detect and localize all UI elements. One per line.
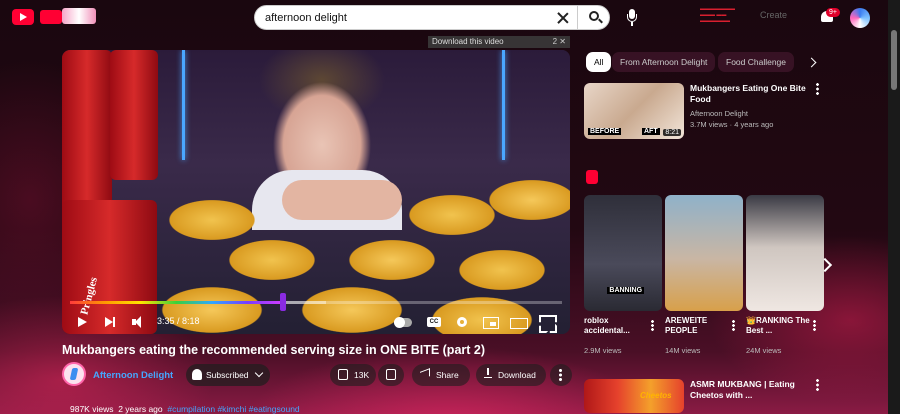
gear-icon[interactable] [454, 314, 470, 330]
player-controls: 3:35 / 8:18 [62, 312, 570, 334]
download-banner[interactable]: Download this video 2 ✕ [428, 36, 570, 48]
channel-name[interactable]: Afternoon Delight [93, 370, 173, 381]
short-views: 24M views [746, 346, 782, 355]
more-icon [559, 369, 562, 381]
short-views: 14M views [665, 346, 701, 355]
short-title[interactable]: roblox accidental... [584, 316, 648, 336]
create-button[interactable]: Create [760, 10, 787, 20]
mic-icon[interactable] [626, 9, 638, 27]
related-age: 4 years ago [734, 120, 774, 129]
like-count: 13K [354, 370, 370, 380]
chip-from-channel[interactable]: From Afternoon Delight [612, 52, 716, 72]
neon-light [502, 50, 505, 160]
scrollbar-thumb[interactable] [891, 30, 897, 90]
cc-icon[interactable] [426, 314, 442, 330]
related-meta: 3.7M views · 4 years ago [690, 120, 774, 129]
related-channel[interactable]: Afternoon Delight [690, 109, 748, 118]
youtube-home-logo[interactable] [40, 10, 62, 24]
theater-icon[interactable] [510, 314, 528, 330]
subscribe-button[interactable]: Subscribed [186, 364, 270, 386]
video-title: Mukbangers eating the recommended servin… [62, 343, 486, 357]
share-label: Share [436, 370, 459, 380]
short-title[interactable]: 👑RANKING The Best ... [746, 316, 810, 336]
short-views: 2.9M views [584, 346, 622, 355]
short-thumbnail[interactable] [665, 195, 743, 311]
theme-decoration: ▬▬▬▬▬▬▬ ▬▬▬ ▬▬ ▬▬▬▬▬▬ [700, 6, 735, 24]
thumb-logo: Cheetos [640, 391, 672, 400]
fullscreen-icon[interactable] [538, 314, 554, 330]
notification-badge: 9+ [826, 8, 840, 17]
can-label: Pringles [78, 275, 101, 317]
doodle-logo[interactable] [62, 8, 96, 24]
chip-food-challenge[interactable]: Food Challenge [718, 52, 795, 72]
short-caption: BANNING [607, 287, 645, 294]
chevron-down-icon [254, 368, 264, 378]
search-input[interactable] [265, 9, 555, 27]
miniplayer-icon[interactable] [482, 314, 499, 330]
thumb-down-icon [386, 369, 396, 380]
next-icon[interactable] [102, 314, 118, 330]
masthead: ▬▬▬▬▬▬▬▬▬▬ ▬▬▬▬▬▬▬▬ Create 9+ [0, 0, 888, 36]
related-thumbnail[interactable]: Cheetos [584, 379, 684, 413]
progress-scrubber[interactable] [279, 293, 286, 311]
short-title[interactable]: AREWEITE PEOPLE [665, 316, 729, 336]
filter-chips: All From Afternoon Delight Food Challeng… [584, 50, 824, 74]
upload-age: 2 years ago [118, 404, 163, 414]
autoplay-toggle[interactable] [394, 317, 412, 328]
duration-badge: 8:21 [663, 129, 681, 136]
thumb-label-before: BEFORE [588, 128, 622, 135]
more-icon[interactable] [732, 320, 735, 331]
related-views: 3.7M views [690, 120, 728, 129]
related-title[interactable]: Mukbangers Eating One Bite Food [690, 83, 814, 105]
view-count: 987K views [70, 404, 114, 414]
share-button[interactable]: Share [412, 364, 470, 386]
progress-bar[interactable] [70, 301, 562, 304]
download-icon [484, 368, 492, 378]
chip-all[interactable]: All [586, 52, 612, 72]
chip-can [62, 50, 112, 210]
download-banner-label: Download this video [432, 37, 504, 46]
dislike-button[interactable] [378, 364, 404, 386]
related-thumbnail[interactable]: BEFORE AFT 8:21 [584, 83, 684, 139]
search-button[interactable] [577, 6, 610, 29]
more-icon[interactable] [813, 320, 816, 331]
page-scrollbar[interactable] [888, 0, 900, 414]
shorts-icon [586, 170, 598, 184]
time-display: 3:35 / 8:18 [157, 316, 200, 326]
chevron-right-icon[interactable] [802, 52, 822, 72]
youtube-logo-icon[interactable] [12, 9, 34, 25]
hashtags[interactable]: #cumpilation #kimchi #eatingsound [167, 404, 299, 414]
short-thumbnail[interactable]: BANNING [584, 195, 662, 311]
share-icon [420, 368, 430, 380]
more-icon[interactable] [816, 379, 819, 391]
avatar[interactable] [850, 8, 870, 28]
more-actions-button[interactable] [550, 364, 572, 386]
bell-icon [192, 369, 202, 380]
channel-avatar[interactable] [62, 362, 86, 386]
thumb-label-after: AFT [642, 128, 660, 135]
related-title[interactable]: ASMR MUKBANG | Eating Cheetos with ... [690, 379, 814, 401]
video-player[interactable]: Pringles 3:35 / 8:18 [62, 50, 570, 334]
download-label: Download [498, 370, 536, 380]
play-icon[interactable] [74, 314, 90, 330]
hands [282, 180, 402, 220]
like-button[interactable]: 13K [330, 364, 376, 386]
progress-played [70, 301, 283, 304]
subscribe-label: Subscribed [206, 370, 249, 380]
more-icon[interactable] [816, 83, 819, 95]
download-button[interactable]: Download [476, 364, 546, 386]
video-description-stats[interactable]: 987K views 2 years ago #cumpilation #kim… [70, 404, 300, 414]
more-icon[interactable] [651, 320, 654, 331]
thumb-up-icon [338, 369, 348, 380]
close-icon[interactable]: 2 ✕ [553, 37, 566, 46]
clear-icon[interactable] [554, 9, 572, 27]
volume-icon[interactable] [130, 314, 146, 330]
short-thumbnail[interactable] [746, 195, 824, 311]
neon-light [182, 50, 185, 160]
chip-can [110, 50, 158, 180]
